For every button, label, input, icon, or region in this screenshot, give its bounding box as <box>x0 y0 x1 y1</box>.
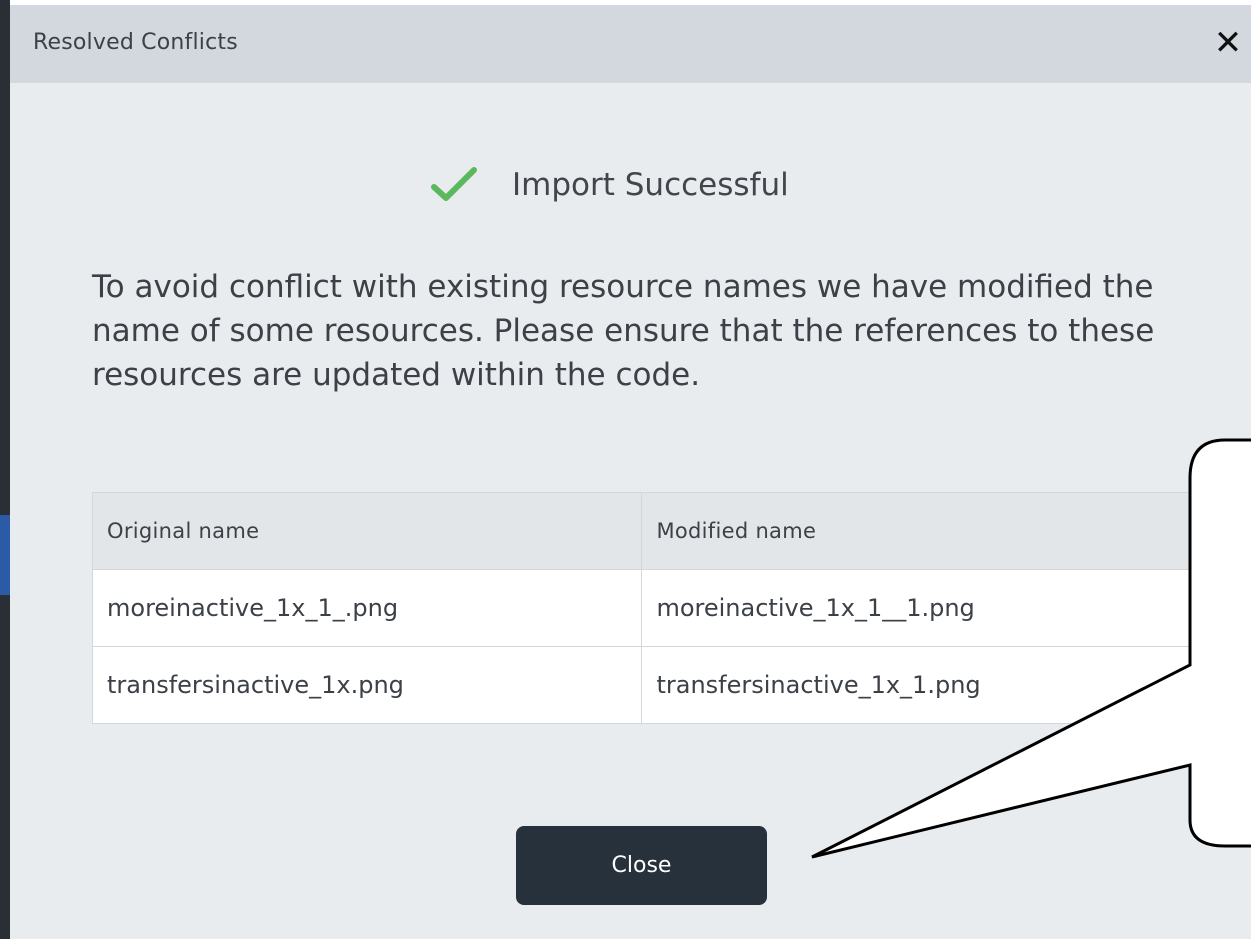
table-row: transfersinactive_1x.png transfersinacti… <box>91 646 1192 724</box>
table-header-row: Original name Modified name <box>91 492 1192 570</box>
screenshot: Resolved Conflicts ✕ Import Successful T… <box>0 0 1251 939</box>
resolved-conflicts-dialog: Resolved Conflicts ✕ Import Successful T… <box>10 5 1251 939</box>
close-button[interactable]: Close <box>516 826 767 905</box>
modified-name-cell: moreinactive_1x_1__1.png <box>641 569 1192 647</box>
modified-name-cell: transfersinactive_1x_1.png <box>641 646 1192 724</box>
table-row: moreinactive_1x_1_.png moreinactive_1x_1… <box>91 569 1192 647</box>
background-window-accent <box>0 515 10 595</box>
close-icon[interactable]: ✕ <box>1212 23 1244 63</box>
import-status-text: Import Successful <box>512 167 789 203</box>
column-header-original-name: Original name <box>91 492 643 570</box>
conflict-message: To avoid conflict with existing resource… <box>92 269 1155 393</box>
dialog-titlebar: Resolved Conflicts ✕ <box>10 5 1251 83</box>
background-window-edge <box>0 0 10 939</box>
checkmark-icon <box>431 167 477 201</box>
import-status: Import Successful <box>430 155 789 215</box>
column-header-modified-name: Modified name <box>641 492 1192 570</box>
original-name-cell: moreinactive_1x_1_.png <box>91 569 643 647</box>
renamed-resources-table: Original name Modified name moreinactive… <box>91 492 1192 724</box>
dialog-title: Resolved Conflicts <box>33 30 238 55</box>
original-name-cell: transfersinactive_1x.png <box>91 646 643 724</box>
